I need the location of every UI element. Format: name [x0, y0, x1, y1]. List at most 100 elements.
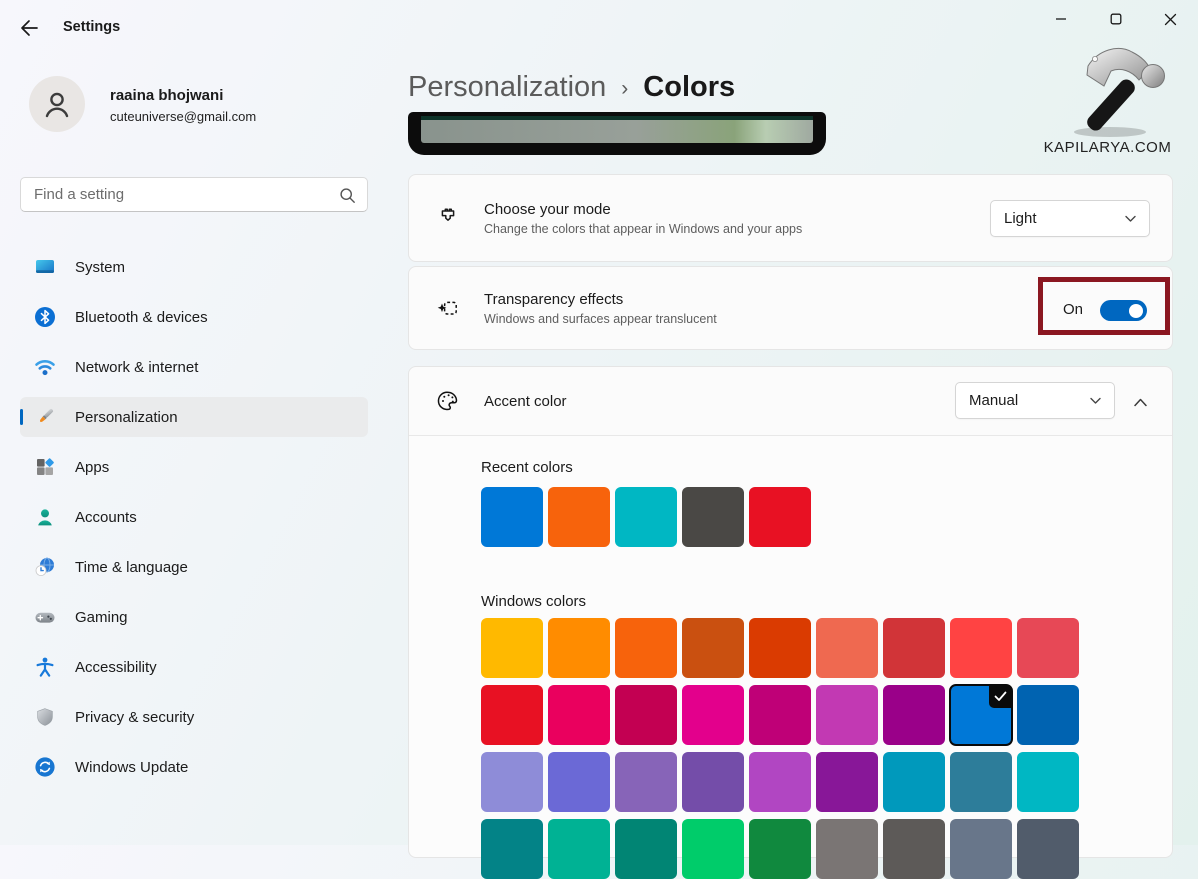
- sidebar-item-network-internet[interactable]: Network & internet: [20, 347, 368, 387]
- windows-color-swatch[interactable]: [883, 752, 945, 812]
- sidebar-item-label: Windows Update: [75, 759, 188, 776]
- windows-colors-label: Windows colors: [481, 593, 1172, 610]
- theme-preview-image: [408, 112, 826, 155]
- recent-color-swatch[interactable]: [615, 487, 677, 547]
- accessibility-icon: [34, 656, 56, 678]
- minimize-button[interactable]: [1033, 0, 1088, 38]
- accent-title: Accent color: [484, 393, 567, 410]
- settings-window: { "window": { "title": "Settings" }, "us…: [0, 0, 1198, 845]
- windows-color-swatch[interactable]: [682, 752, 744, 812]
- recent-colors-row: [481, 487, 1172, 547]
- windows-color-swatch[interactable]: [816, 685, 878, 745]
- windows-color-swatch[interactable]: [950, 819, 1012, 879]
- choose-mode-card: Choose your mode Change the colors that …: [408, 174, 1173, 262]
- breadcrumb-parent[interactable]: Personalization: [408, 71, 606, 104]
- profile-email: cuteuniverse@gmail.com: [110, 109, 256, 124]
- accent-dropdown-value: Manual: [969, 392, 1018, 409]
- windows-color-swatch[interactable]: [481, 752, 543, 812]
- windows-color-swatch[interactable]: [1017, 685, 1079, 745]
- back-button[interactable]: [14, 13, 44, 43]
- windows-color-swatch[interactable]: [548, 819, 610, 879]
- sidebar-item-label: Time & language: [75, 559, 188, 576]
- accent-collapse-button[interactable]: [1127, 389, 1153, 415]
- theme-preview-screen: [421, 116, 813, 143]
- sidebar-item-accounts[interactable]: Accounts: [20, 497, 368, 537]
- sidebar-item-system[interactable]: System: [20, 247, 368, 287]
- chevron-down-icon: [1090, 397, 1101, 405]
- avatar[interactable]: [29, 76, 85, 132]
- sidebar-item-bluetooth-devices[interactable]: Bluetooth & devices: [20, 297, 368, 337]
- windows-color-swatch[interactable]: [749, 752, 811, 812]
- watermark-text: KAPILARYA.COM: [1020, 139, 1195, 156]
- windows-color-swatch[interactable]: [615, 618, 677, 678]
- mode-title: Choose your mode: [484, 201, 802, 218]
- gaming-icon: [34, 606, 56, 628]
- windows-color-swatch[interactable]: [883, 819, 945, 879]
- windows-color-swatch[interactable]: [950, 618, 1012, 678]
- windows-color-swatch[interactable]: [481, 618, 543, 678]
- sidebar-item-gaming[interactable]: Gaming: [20, 597, 368, 637]
- windows-color-swatch[interactable]: [1017, 618, 1079, 678]
- windows-color-swatch[interactable]: [1017, 752, 1079, 812]
- chevron-down-icon: [1125, 215, 1136, 223]
- windows-color-swatch[interactable]: [481, 685, 543, 745]
- windows-color-swatch[interactable]: [1017, 819, 1079, 879]
- selected-color-swatch[interactable]: [950, 685, 1012, 745]
- sidebar-item-apps[interactable]: Apps: [20, 447, 368, 487]
- maximize-button[interactable]: [1088, 0, 1143, 38]
- mode-dropdown-value: Light: [1004, 210, 1037, 227]
- windows-color-swatch[interactable]: [816, 618, 878, 678]
- sidebar-item-accessibility[interactable]: Accessibility: [20, 647, 368, 687]
- mode-dropdown[interactable]: Light: [990, 200, 1150, 237]
- sidebar-item-windows-update[interactable]: Windows Update: [20, 747, 368, 787]
- windows-color-swatch[interactable]: [883, 685, 945, 745]
- close-button[interactable]: [1143, 0, 1198, 38]
- sidebar-item-label: System: [75, 259, 125, 276]
- page-title: Colors: [643, 71, 735, 104]
- accent-color-card: Accent color Manual Recent colors Window…: [408, 366, 1173, 858]
- windows-color-swatch[interactable]: [615, 819, 677, 879]
- app-title: Settings: [63, 19, 120, 35]
- windows-color-swatch[interactable]: [816, 819, 878, 879]
- windows-color-swatch[interactable]: [749, 618, 811, 678]
- windows-color-swatch[interactable]: [481, 819, 543, 879]
- network-icon: [34, 356, 56, 378]
- recent-color-swatch[interactable]: [682, 487, 744, 547]
- windows-color-swatch[interactable]: [615, 685, 677, 745]
- system-icon: [34, 256, 56, 278]
- accent-dropdown[interactable]: Manual: [955, 382, 1115, 419]
- windows-color-swatch[interactable]: [749, 685, 811, 745]
- sidebar-item-label: Accounts: [75, 509, 137, 526]
- apps-icon: [34, 456, 56, 478]
- maximize-icon: [1110, 13, 1122, 25]
- windows-color-swatch[interactable]: [749, 819, 811, 879]
- windows-color-swatch[interactable]: [816, 752, 878, 812]
- mode-subtitle: Change the colors that appear in Windows…: [484, 222, 802, 236]
- windows-color-swatch[interactable]: [682, 685, 744, 745]
- sidebar-item-privacy-security[interactable]: Privacy & security: [20, 697, 368, 737]
- recent-color-swatch[interactable]: [548, 487, 610, 547]
- windows-color-swatch[interactable]: [548, 752, 610, 812]
- sidebar-item-label: Accessibility: [75, 659, 157, 676]
- minimize-icon: [1055, 13, 1067, 25]
- breadcrumb: Personalization › Colors: [408, 71, 735, 104]
- recent-colors-label: Recent colors: [481, 459, 1172, 476]
- windows-color-swatch[interactable]: [883, 618, 945, 678]
- sidebar-item-label: Bluetooth & devices: [75, 309, 208, 326]
- windows-color-swatch[interactable]: [950, 752, 1012, 812]
- chevron-up-icon: [1134, 398, 1147, 407]
- windows-color-swatch[interactable]: [548, 685, 610, 745]
- windows-color-swatch[interactable]: [682, 618, 744, 678]
- paintbrush-mode-icon: [436, 206, 460, 230]
- search-icon: [339, 187, 356, 209]
- sidebar-item-time-language[interactable]: Time & language: [20, 547, 368, 587]
- search-input[interactable]: [21, 178, 367, 211]
- recent-color-swatch[interactable]: [749, 487, 811, 547]
- windows-color-swatch[interactable]: [548, 618, 610, 678]
- recent-color-swatch[interactable]: [481, 487, 543, 547]
- sidebar-item-personalization[interactable]: Personalization: [20, 397, 368, 437]
- windows-color-swatch[interactable]: [615, 752, 677, 812]
- windows-color-swatch[interactable]: [682, 819, 744, 879]
- selected-check-badge: [989, 685, 1012, 708]
- windows-update-icon: [34, 756, 56, 778]
